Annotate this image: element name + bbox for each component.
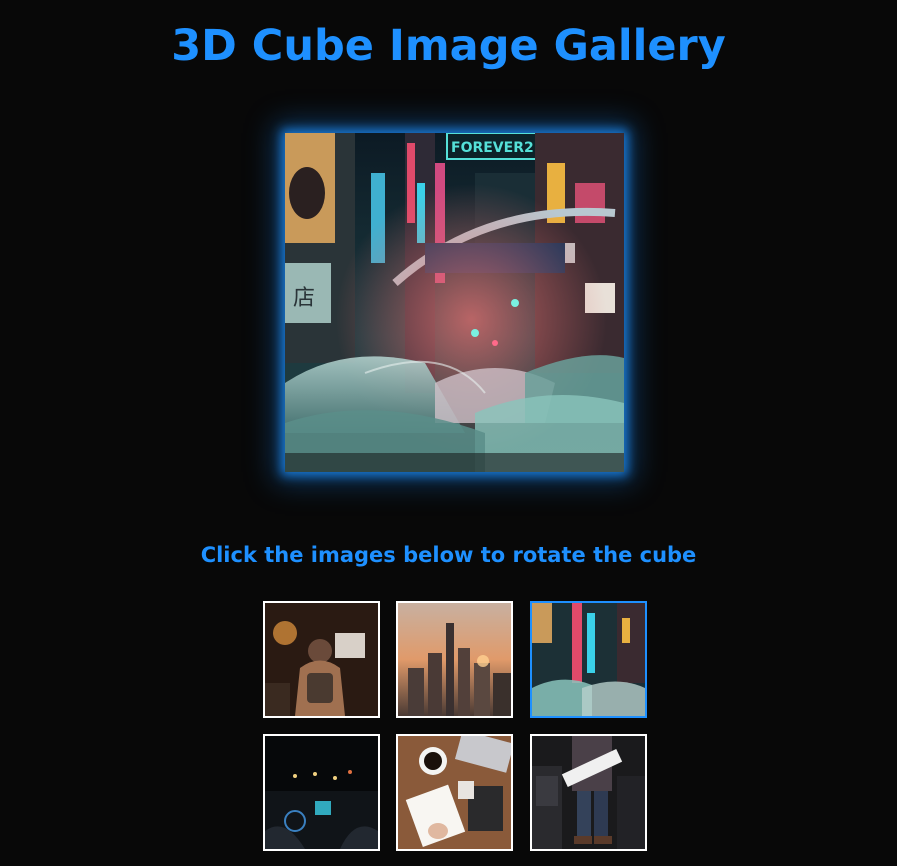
thumbnail-image <box>265 603 378 716</box>
instruction-text: Click the images below to rotate the cub… <box>200 543 697 567</box>
thumbnail-guitarist[interactable] <box>530 734 647 851</box>
thumbnail-neon-street[interactable] <box>530 601 647 718</box>
thumbnail-image <box>398 603 511 716</box>
image-cube[interactable]: 店 FOREVER21 <box>285 133 624 472</box>
cube-face-image: 店 FOREVER21 <box>285 133 624 472</box>
thumbnail-image <box>532 736 645 849</box>
thumbnail-city-skyline[interactable] <box>396 601 513 718</box>
thumbnail-desk-coffee[interactable] <box>396 734 513 851</box>
thumbnail-image <box>265 736 378 849</box>
thumbnail-image <box>398 736 511 849</box>
thumbnail-night-drive[interactable] <box>263 734 380 851</box>
thumbnail-image <box>532 603 645 716</box>
page-title: 3D Cube Image Gallery <box>171 21 726 71</box>
gallery-page: 3D Cube Image Gallery Click the images b… <box>0 0 897 866</box>
thumbnail-city-night-traffic[interactable] <box>263 601 380 718</box>
